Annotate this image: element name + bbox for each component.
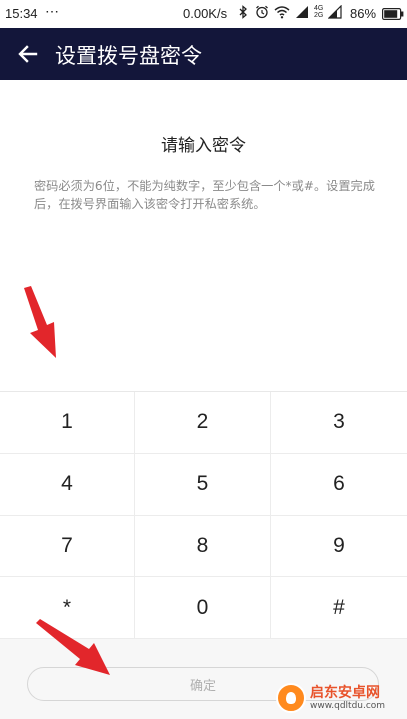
key-6[interactable]: 6 <box>271 454 407 516</box>
watermark-name: 启东安卓网 <box>310 684 380 701</box>
watermark-text: 启东安卓网 www.qdltdu.com <box>310 685 385 712</box>
status-bar: 15:34 ⋯ 0.00K/s 4G 2G 86% <box>0 0 407 28</box>
site-watermark: 启东安卓网 www.qdltdu.com <box>276 680 404 716</box>
page-title: 设置拨号盘密令 <box>55 44 202 68</box>
watermark-url: www.qdltdu.com <box>310 700 386 711</box>
key-0[interactable]: 0 <box>135 577 271 639</box>
key-hash[interactable]: # <box>271 577 407 639</box>
battery-icon <box>382 8 404 20</box>
annotation-arrow-icon <box>36 619 110 675</box>
key-2[interactable]: 2 <box>135 392 271 454</box>
password-prompt-title: 请输入密令 <box>161 136 246 156</box>
network-type-labels: 4G 2G <box>314 5 323 19</box>
key-1[interactable]: 1 <box>0 392 135 454</box>
more-notifications-icon: ⋯ <box>45 3 60 19</box>
annotation-arrow-icon <box>24 286 56 358</box>
key-3[interactable]: 3 <box>271 392 407 454</box>
battery-level: 86% <box>350 6 377 21</box>
wifi-icon <box>274 6 290 19</box>
bluetooth-icon <box>239 5 247 19</box>
network-type-top: 4G <box>314 5 324 12</box>
key-8[interactable]: 8 <box>135 515 271 578</box>
cell-signal-icon <box>296 6 308 18</box>
dial-keypad: 1 2 3 4 5 6 7 8 9 * 0 # <box>0 391 407 639</box>
back-arrow-icon[interactable] <box>16 42 40 66</box>
cell-signal-icon <box>328 5 342 19</box>
key-4[interactable]: 4 <box>0 453 135 516</box>
status-icons: 4G 2G <box>236 5 342 19</box>
password-rules-description: 密码必须为6位，不能为纯数字，至少包含一个*或#。设置完成后，在拨号界面输入该密… <box>34 179 375 211</box>
key-9[interactable]: 9 <box>271 516 407 578</box>
status-time: 15:34 <box>5 6 38 21</box>
alarm-icon <box>256 5 268 19</box>
key-5[interactable]: 5 <box>135 453 271 516</box>
watermark-logo-icon <box>276 683 306 713</box>
network-type-bottom: 2G <box>314 12 324 19</box>
app-bar: 设置拨号盘密令 <box>0 28 407 80</box>
network-speed: 0.00K/s <box>183 6 228 21</box>
key-7[interactable]: 7 <box>0 515 135 578</box>
